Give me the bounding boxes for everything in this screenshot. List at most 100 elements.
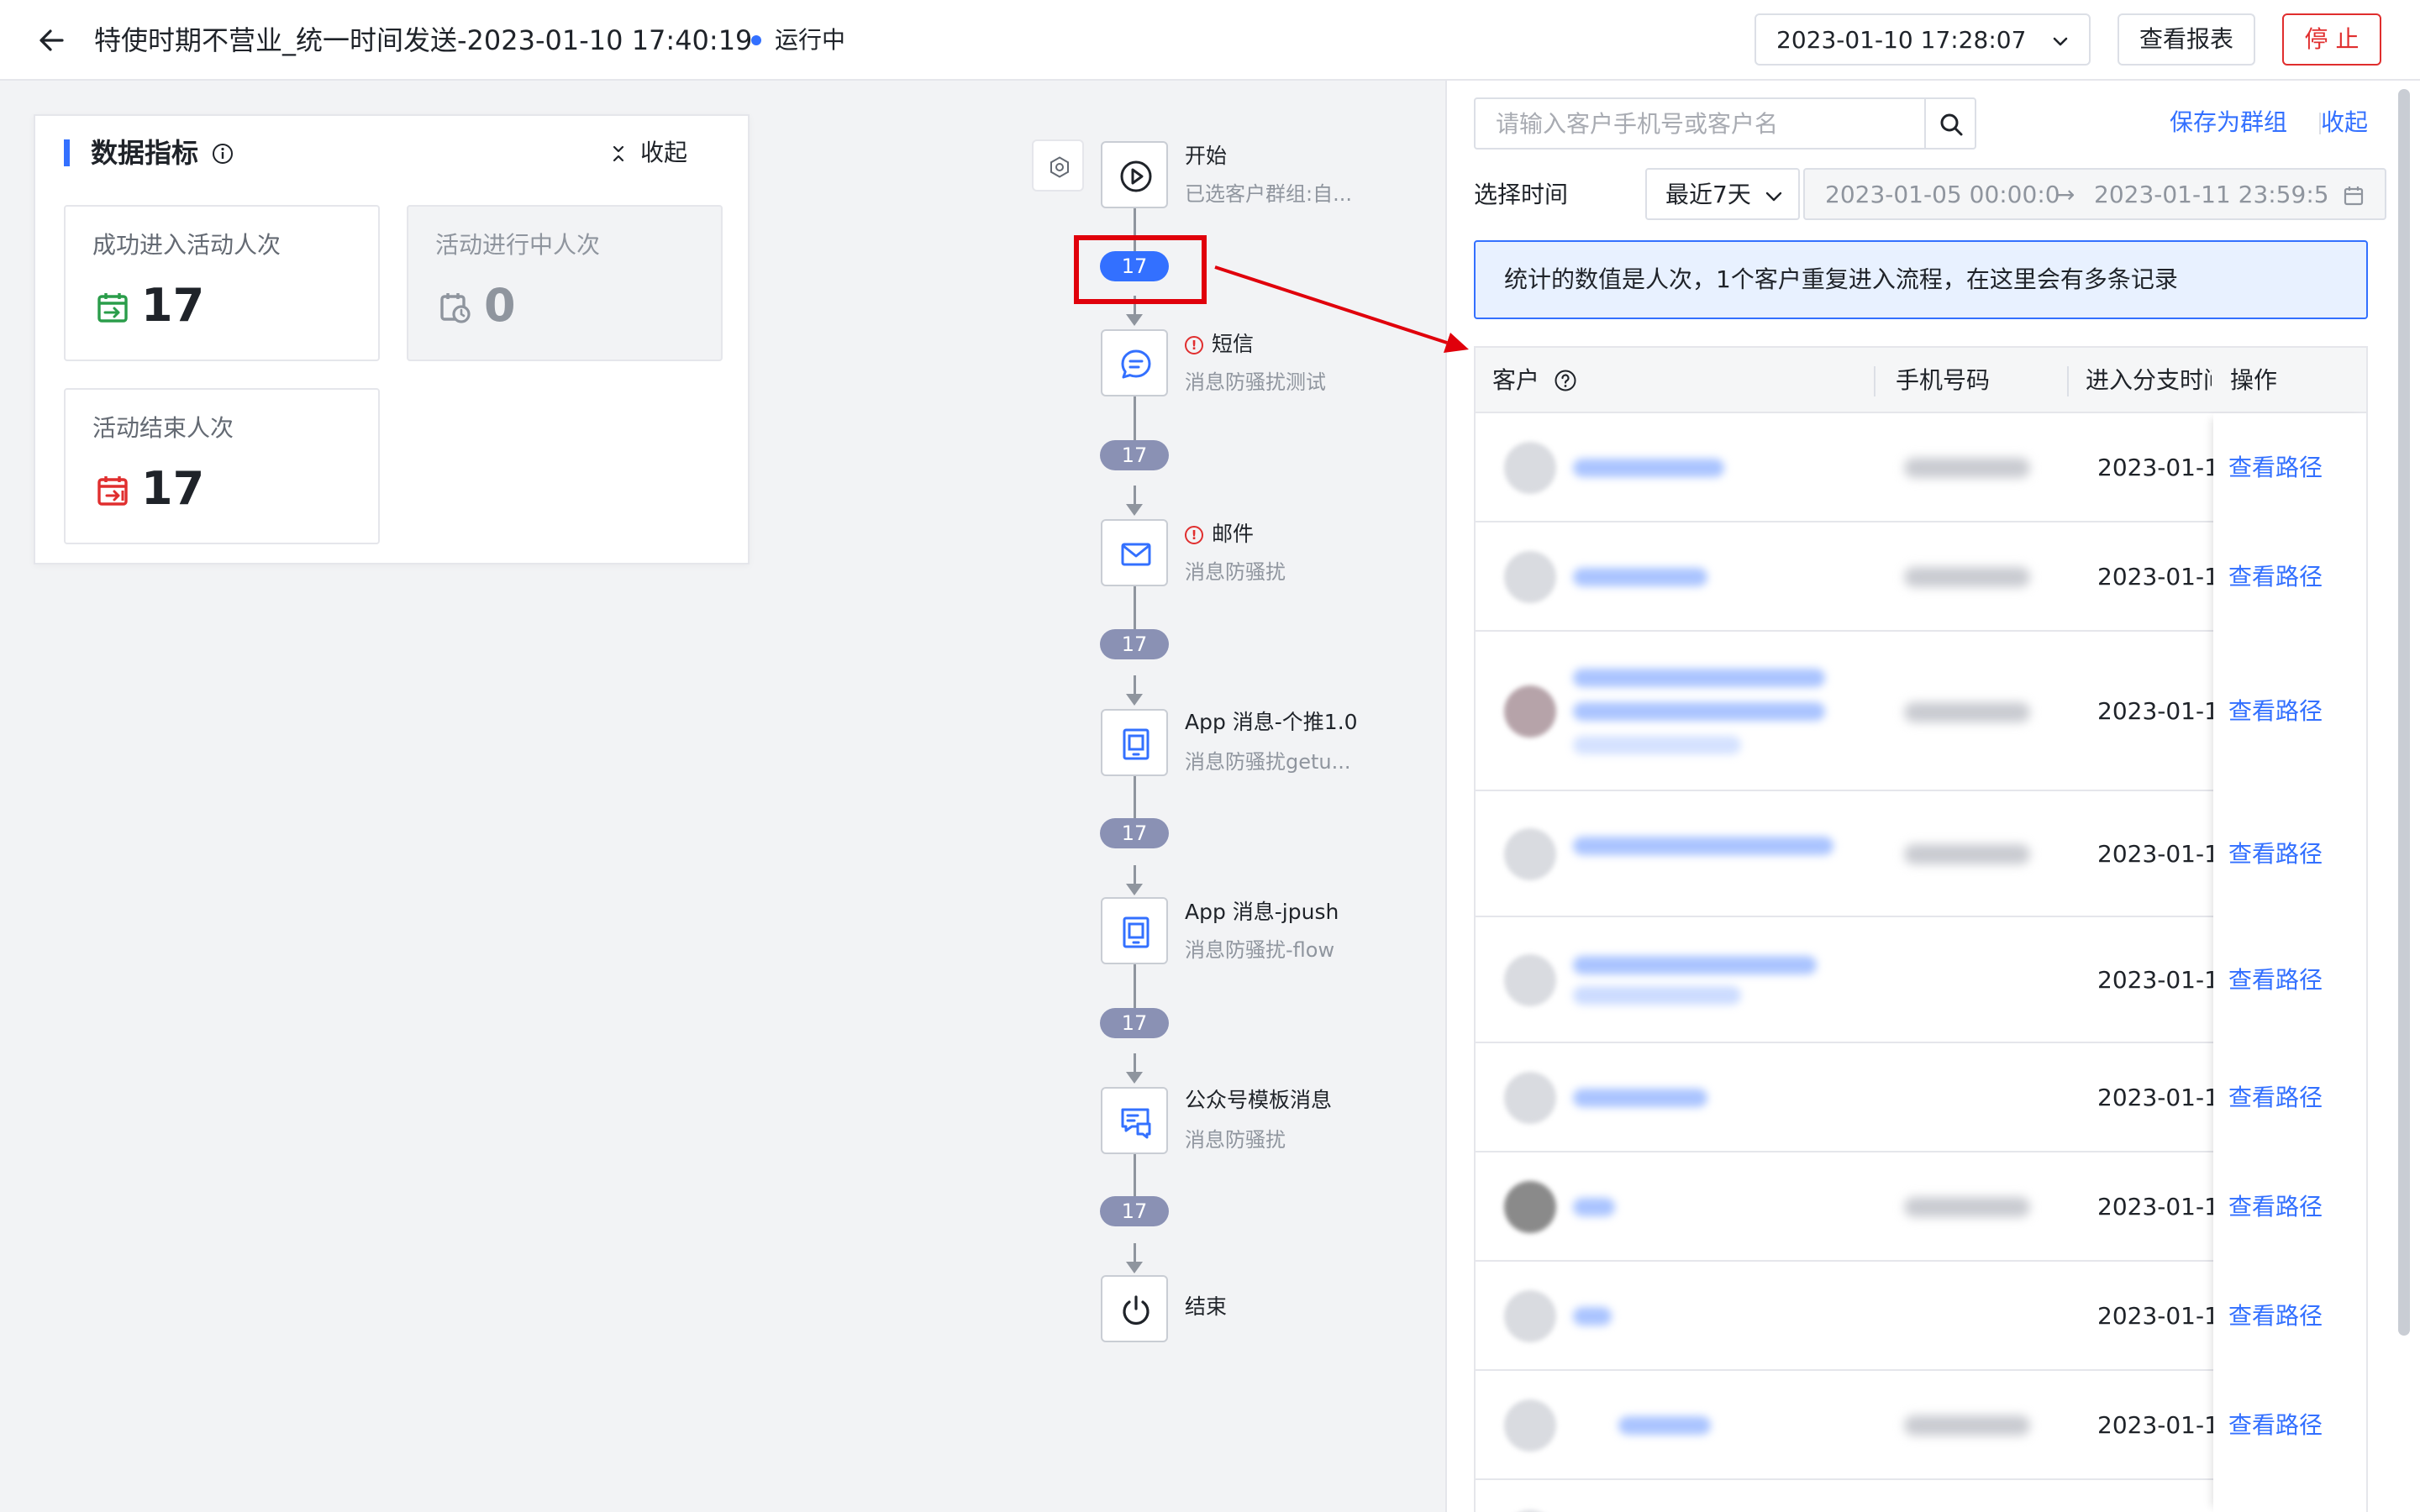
info-icon[interactable]	[212, 143, 234, 165]
flow-node-mail[interactable]	[1101, 519, 1168, 586]
app-push-icon	[1123, 728, 1150, 760]
redacted-customer-name	[1573, 736, 1741, 754]
column-header-customer: 客户	[1492, 348, 1577, 413]
flow-arrow-icon	[1126, 884, 1143, 895]
flow-node-app-push-jpush[interactable]	[1101, 897, 1168, 964]
top-bar: 特使时期不营业_统一时间发送-2023-01-10 17:40:19 运行中 2…	[0, 0, 2420, 81]
metrics-title: 数据指标	[91, 137, 199, 169]
page-title: 特使时期不营业_统一时间发送-2023-01-10 17:40:19	[94, 24, 753, 56]
view-path-link[interactable]: 查看路径	[2228, 451, 2323, 485]
view-path-link[interactable]: 查看路径	[2228, 560, 2323, 594]
redacted-customer-name	[1618, 1416, 1711, 1435]
customer-search-input[interactable]	[1474, 97, 1926, 150]
flow-arrow-icon	[1126, 314, 1143, 326]
flow-node-start[interactable]	[1101, 141, 1168, 208]
metric-value: 0	[484, 279, 516, 332]
view-report-button[interactable]: 查看报表	[2118, 13, 2255, 66]
column-divider	[2067, 366, 2069, 396]
back-arrow-icon[interactable]	[34, 22, 71, 59]
time-filter-label: 选择时间	[1474, 181, 1569, 208]
save-as-group-link[interactable]: 保存为群组	[2170, 106, 2287, 139]
sms-icon	[1121, 349, 1151, 379]
drawer-collapse-link[interactable]: 收起	[2321, 106, 2368, 139]
metrics-panel: 数据指标 收起 成功进入活动人次 17 活动进行中人次 0 活动结束人次 17	[34, 114, 750, 564]
redacted-phone	[1904, 844, 2030, 864]
view-path-link[interactable]: 查看路径	[2228, 1299, 2323, 1333]
metrics-collapse-label: 收起	[640, 139, 688, 166]
flow-count-pill[interactable]: 17	[1100, 1196, 1169, 1226]
view-path-link[interactable]: 查看路径	[2228, 695, 2323, 728]
calendar-clock-icon	[440, 293, 471, 323]
flow-count-pill[interactable]: 17	[1100, 818, 1169, 848]
calendar-enter-icon	[97, 293, 128, 323]
node-title: 结束	[1185, 1294, 1228, 1319]
drawer-scrollbar[interactable]	[2398, 89, 2410, 1336]
view-path-link[interactable]: 查看路径	[2228, 963, 2323, 997]
date-range-picker[interactable]: 2023-01-05 00:00:0 → 2023-01-11 23:59:5	[1803, 168, 2386, 220]
wechat-template-icon	[1121, 1108, 1151, 1139]
status-text: 运行中	[775, 26, 846, 54]
node-title: 短信	[1212, 332, 1255, 356]
metric-label: 成功进入活动人次	[92, 231, 281, 259]
redacted-customer-name	[1573, 1307, 1612, 1326]
flow-arrow-icon	[1126, 504, 1143, 516]
node-title: App 消息-个推1.0	[1185, 710, 1358, 734]
redacted-phone	[1904, 1197, 2030, 1217]
title-accent-bar	[64, 139, 70, 166]
enter-time-cell: 2023-01-10	[2097, 966, 2232, 994]
enter-time-cell: 2023-01-10	[2097, 563, 2232, 591]
stop-button[interactable]: 停 止	[2282, 13, 2381, 66]
power-icon	[1123, 1295, 1150, 1326]
enter-time-cell: 2023-01-10	[2097, 840, 2232, 868]
view-path-link[interactable]: 查看路径	[2228, 1190, 2323, 1224]
node-title: 邮件	[1212, 522, 1255, 546]
time-range-select[interactable]: 最近7天	[1645, 168, 1800, 220]
detail-drawer: 保存为群组 收起 选择时间 最近7天 2023-01-05 00:00:0 → …	[1445, 81, 2420, 1512]
version-time-select[interactable]: 2023-01-10 17:28:07	[1754, 13, 2091, 66]
redacted-phone	[1904, 458, 2030, 478]
date-range-start: 2023-01-05 00:00:0	[1825, 181, 2060, 208]
redacted-customer-name	[1573, 669, 1825, 687]
view-path-link[interactable]: 查看路径	[2228, 1081, 2323, 1115]
redacted-phone	[1904, 702, 2030, 722]
avatar	[1504, 1181, 1556, 1233]
node-subtitle: 消息防骚扰测试	[1185, 370, 1326, 394]
enter-time-cell: 2023-01-10	[2097, 1302, 2232, 1330]
flow-node-app-push-getui[interactable]	[1101, 709, 1168, 776]
node-subtitle: 消息防骚扰getu...	[1185, 750, 1351, 774]
redacted-customer-name	[1573, 702, 1825, 721]
flow-count-pill[interactable]: 17	[1100, 1008, 1169, 1038]
flow-count-pill[interactable]: 17	[1100, 629, 1169, 659]
metrics-collapse-button[interactable]: 收起	[613, 134, 688, 171]
redacted-phone	[1904, 567, 2030, 587]
column-header-label: 客户	[1492, 366, 1540, 394]
flow-node-end[interactable]	[1101, 1275, 1168, 1342]
enter-time-cell: 2023-01-10	[2097, 697, 2232, 725]
metric-value: 17	[141, 462, 205, 515]
annotation-highlight-box	[1074, 235, 1207, 304]
search-button[interactable]	[1924, 97, 1976, 150]
stats-notice-banner: 统计的数值是人次，1个客户重复进入流程，在这里会有多条记录	[1474, 240, 2368, 319]
enter-time-cell: 2023-01-10	[2097, 1411, 2232, 1439]
warning-icon: !	[1185, 526, 1203, 544]
view-path-link[interactable]: 查看路径	[2228, 837, 2323, 871]
column-header-action: 操作	[2230, 366, 2278, 394]
app-push-icon	[1123, 916, 1150, 948]
avatar	[1504, 954, 1556, 1006]
node-title: 公众号模板消息	[1185, 1088, 1333, 1112]
avatar	[1504, 551, 1556, 603]
flow-node-sms[interactable]	[1101, 329, 1168, 396]
avatar	[1504, 1399, 1556, 1452]
metric-card-entered: 成功进入活动人次 17	[64, 205, 380, 361]
calendar-icon	[2344, 186, 2364, 206]
view-path-link[interactable]: 查看路径	[2228, 1409, 2323, 1442]
column-header-enter-time: 进入分支时间	[2086, 366, 2212, 394]
help-icon[interactable]	[1554, 369, 1577, 392]
flow-node-wechat-template[interactable]	[1101, 1087, 1168, 1154]
canvas-settings-button[interactable]	[1032, 139, 1084, 192]
redacted-customer-name	[1573, 1089, 1707, 1107]
avatar	[1504, 1072, 1556, 1124]
flow-count-pill[interactable]: 17	[1100, 440, 1169, 470]
status-dot-icon	[751, 35, 761, 45]
enter-time-cell: 2023-01-10	[2097, 1193, 2232, 1221]
